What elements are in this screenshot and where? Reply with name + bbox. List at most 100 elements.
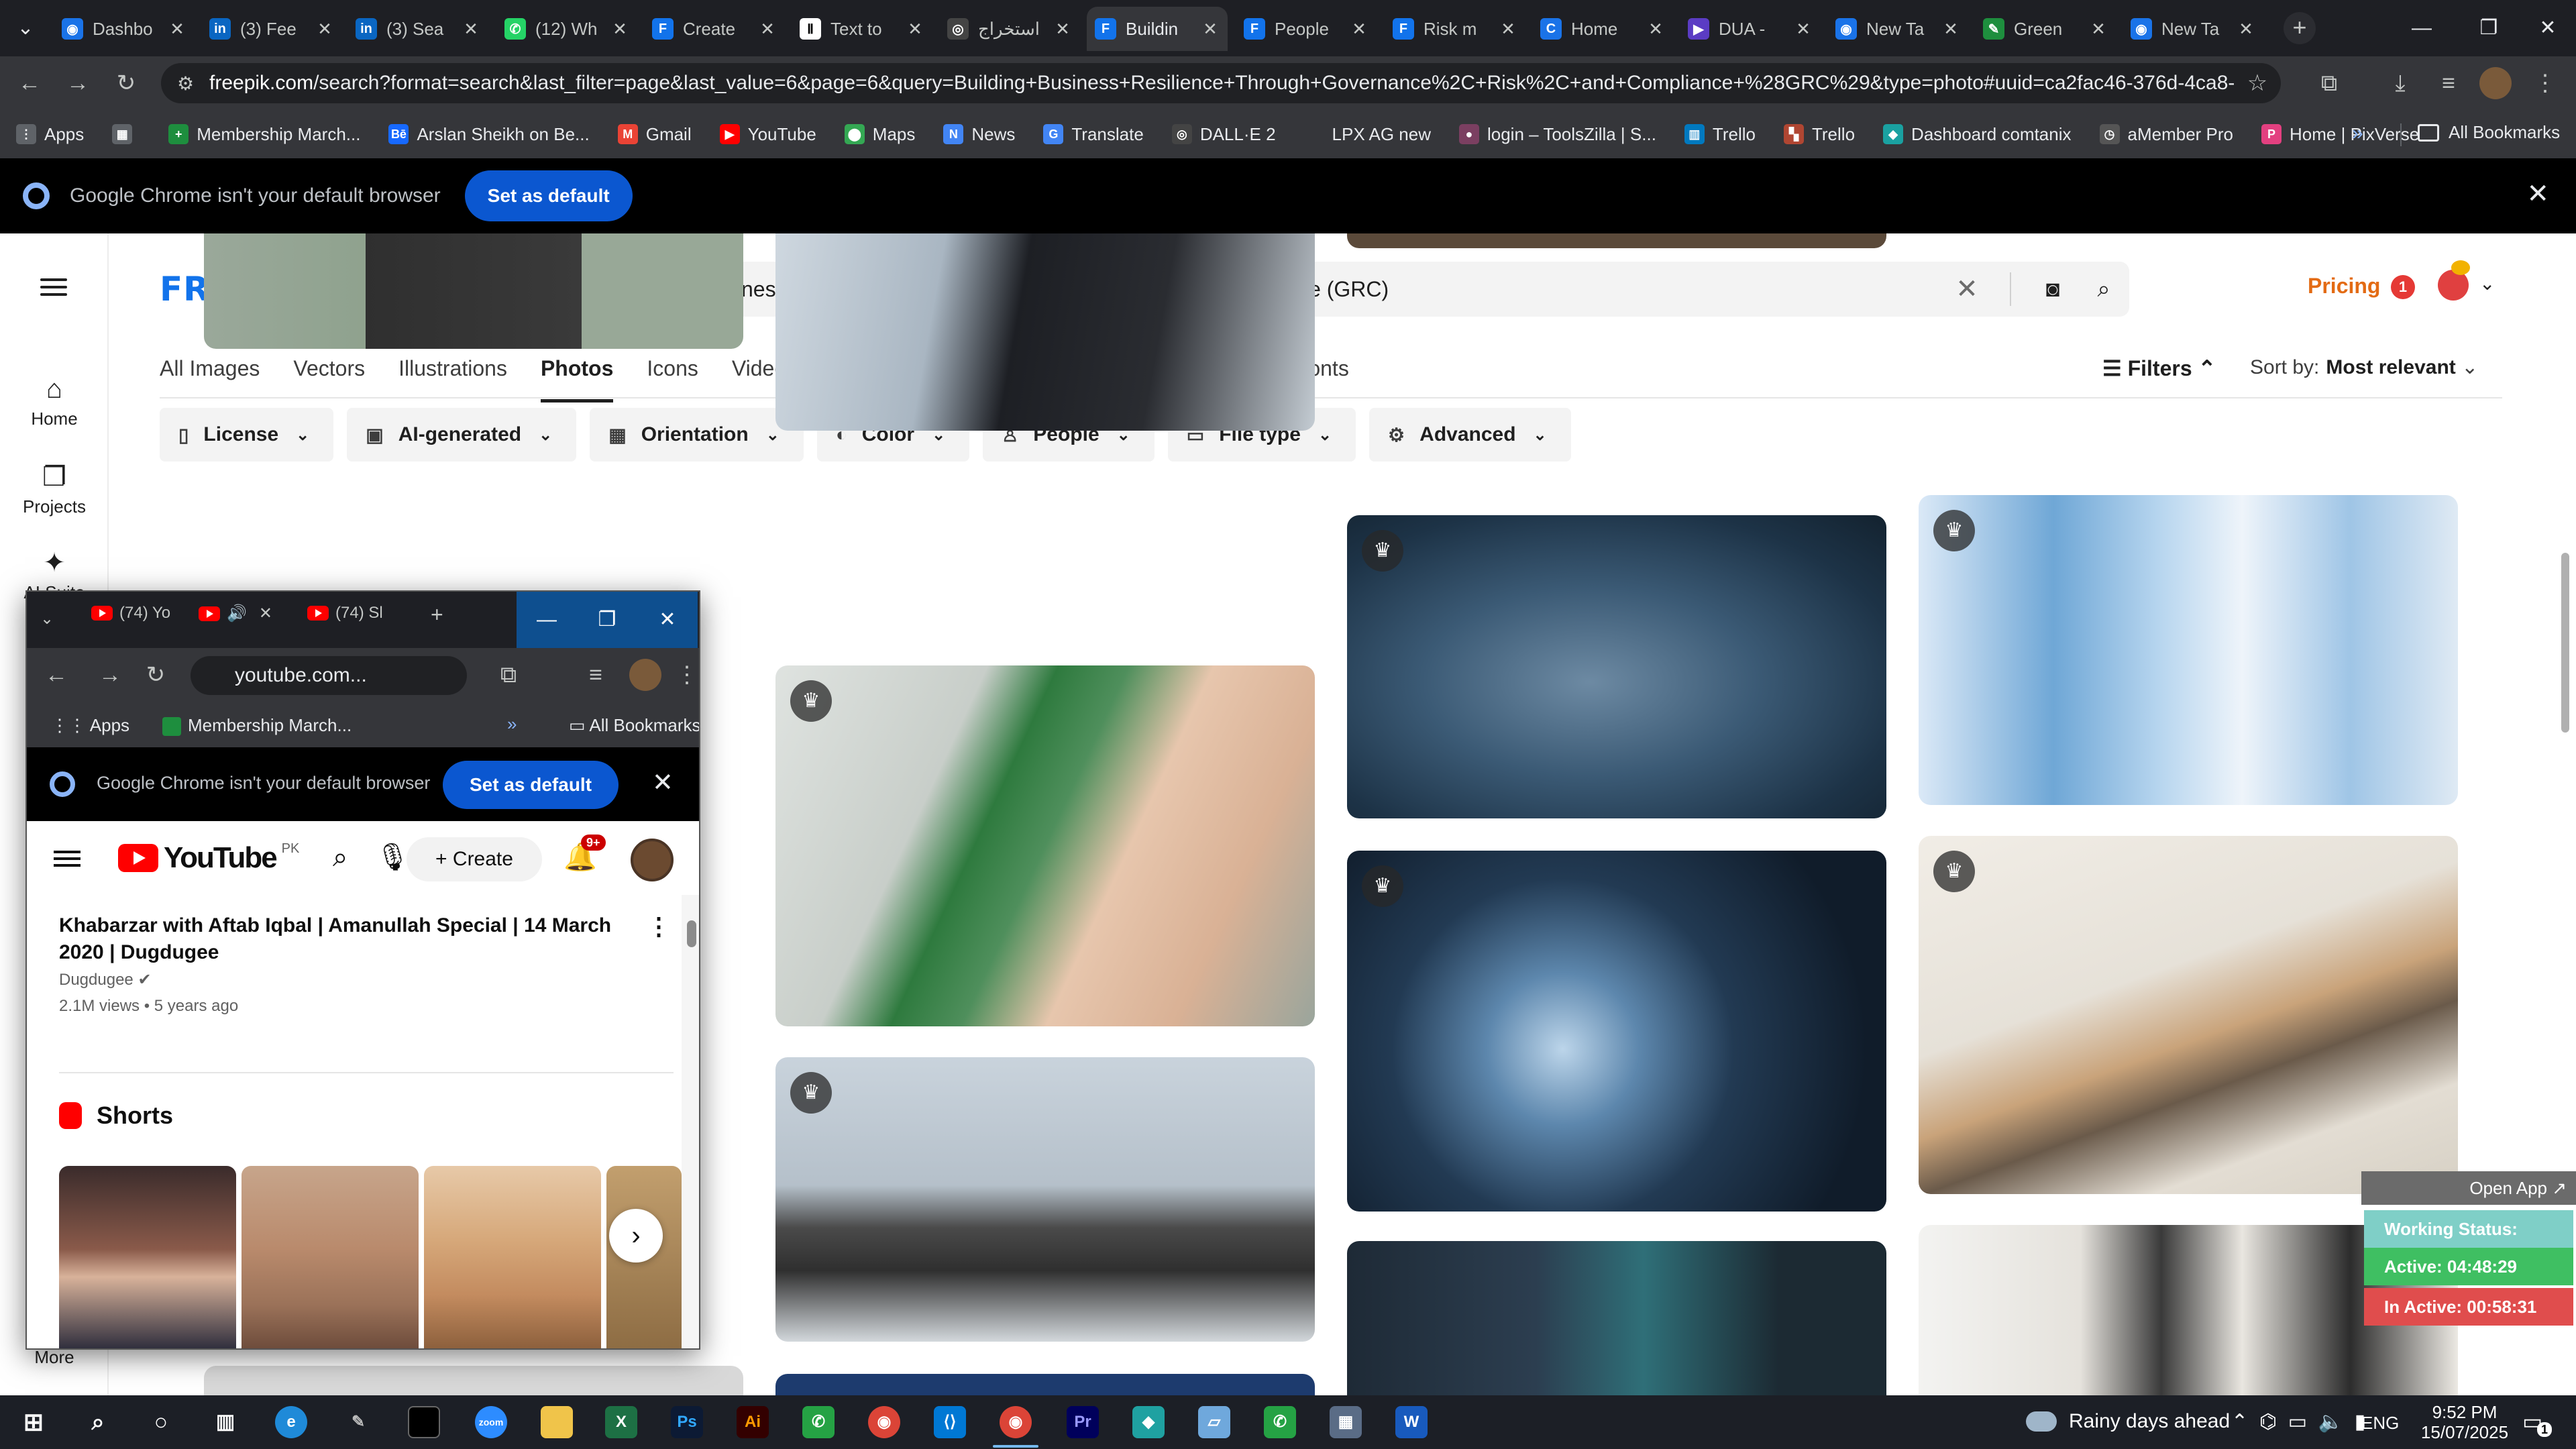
photo-figurines-chart[interactable]: ♛ — [1919, 836, 2458, 1194]
terminal-icon[interactable] — [408, 1406, 440, 1438]
bookmark-item[interactable]: ◎ DALL·E 2 — [1171, 124, 1276, 145]
network-icon[interactable]: ⌬ — [2259, 1411, 2277, 1433]
chrome-icon[interactable]: ◉ — [868, 1406, 900, 1438]
phone-app-icon[interactable]: ✆ — [1264, 1406, 1296, 1438]
photoshop-icon[interactable]: Ps — [671, 1406, 703, 1438]
notification-badge[interactable]: 1 — [2391, 275, 2415, 299]
tab-close-icon[interactable]: ✕ — [462, 19, 480, 40]
hamburger-menu-icon[interactable] — [40, 274, 67, 301]
app-folder-icon[interactable]: ▱ — [1198, 1406, 1230, 1438]
photo-businessman-tablet-ruins[interactable]: ♛ — [775, 1057, 1315, 1342]
video-more-icon[interactable]: ⋮ — [647, 912, 671, 941]
minimize-button[interactable]: — — [2388, 0, 2455, 56]
new-tab-button[interactable]: + — [431, 602, 443, 627]
hamburger-menu-icon[interactable] — [54, 847, 80, 871]
tab-close-icon[interactable]: ✕ — [2089, 19, 2108, 40]
close-window-button[interactable]: ✕ — [2514, 0, 2576, 56]
yt-tab[interactable]: (74) Yo — [91, 604, 170, 623]
browser-tab[interactable]: C Home ✕ — [1532, 7, 1673, 51]
scrollbar-thumb[interactable] — [687, 920, 696, 947]
tab-close-icon[interactable]: ✕ — [1201, 19, 1220, 40]
system-tray[interactable]: ⌃ ⌬ ▭ 🔈 ▮ — [2231, 1410, 2365, 1434]
bookmark-item[interactable]: ◆ Dashboard comtanix — [1883, 124, 2072, 145]
tab-close-icon[interactable]: ✕ — [315, 19, 334, 40]
tab-search-button[interactable]: ⌄ — [8, 12, 43, 44]
notification-center-icon[interactable]: ▭ 1 — [2522, 1409, 2552, 1437]
word-icon[interactable]: W — [1395, 1406, 1428, 1438]
photo-businessman-suit[interactable] — [775, 233, 1315, 431]
clock[interactable]: 9:52 PM 15/07/2025 — [2418, 1402, 2512, 1442]
excel-icon[interactable]: X — [605, 1406, 637, 1438]
bookmark-item[interactable]: P Home | PixVerse — [2261, 124, 2419, 145]
tab-close-icon[interactable]: ✕ — [168, 19, 186, 40]
close-icon[interactable]: ✕ — [259, 604, 272, 623]
calculator-icon[interactable]: ▦ — [1330, 1406, 1362, 1438]
youtube-logo[interactable]: YouTube PK — [118, 841, 299, 875]
chevron-down-icon[interactable]: ⌄ — [2479, 272, 2495, 294]
browser-tab[interactable]: F Risk m ✕ — [1385, 7, 1525, 51]
sort-dropdown[interactable]: Sort by: Most relevant ⌄ — [2250, 356, 2478, 379]
extension-icon[interactable]: ⧉ — [2313, 67, 2345, 99]
filter-chip[interactable]: ▣ AI-generated ⌄ — [347, 408, 577, 462]
open-app-button[interactable]: Open App ↗ — [2361, 1171, 2576, 1205]
browser-tab[interactable]: ▶ DUA - ✕ — [1680, 7, 1821, 51]
browser-tab[interactable]: ◎ استخراج ✕ — [939, 7, 1080, 51]
forward-button[interactable]: → — [94, 659, 126, 691]
media-control-icon[interactable]: ≡ — [580, 659, 612, 691]
bookmark-item[interactable]: ● login – ToolsZilla | S... — [1458, 124, 1656, 145]
search-icon[interactable]: ⌕ — [333, 843, 347, 873]
infobar-close-icon[interactable]: ✕ — [2526, 178, 2549, 209]
phone-app-icon[interactable]: ✆ — [802, 1406, 835, 1438]
task-view-icon[interactable]: ▥ — [209, 1406, 241, 1438]
profile-avatar[interactable] — [2479, 67, 2512, 99]
windows-start-icon[interactable]: ⊞ — [17, 1406, 50, 1438]
avatar[interactable] — [631, 839, 674, 881]
set-as-default-button[interactable]: Set as default — [443, 761, 619, 809]
tab-close-icon[interactable]: ✕ — [1646, 19, 1665, 40]
photo-top-cut[interactable] — [1347, 233, 1886, 248]
bookmark-membership[interactable]: Membership March... — [162, 715, 352, 737]
profile-avatar[interactable] — [629, 659, 661, 691]
scrollbar-thumb[interactable] — [2561, 553, 2569, 733]
search-icon[interactable]: ⌕ — [82, 1406, 114, 1438]
photo-hands-recycling[interactable]: ♛ — [775, 665, 1315, 1026]
yt-address-bar[interactable]: youtube.com... — [191, 656, 467, 695]
menu-kebab-icon[interactable]: ⋮ — [2529, 67, 2561, 99]
file-explorer-icon[interactable] — [541, 1406, 573, 1438]
set-as-default-button[interactable]: Set as default — [464, 170, 633, 221]
bookmark-apps[interactable]: ⋮⋮ Apps — [51, 715, 129, 736]
reload-button[interactable]: ↻ — [110, 67, 142, 99]
vscode-icon[interactable]: ⟨⟩ — [934, 1406, 966, 1438]
tab-close-icon[interactable]: ✕ — [906, 19, 924, 40]
bookmark-item[interactable]: ⬤ Maps — [844, 124, 915, 145]
bookmarks-overflow-icon[interactable]: » — [2352, 122, 2363, 145]
short-thumbnail[interactable] — [59, 1166, 236, 1348]
illustrator-icon[interactable]: Ai — [737, 1406, 769, 1438]
photo-handshake[interactable] — [204, 233, 743, 349]
photo-bottom-cut[interactable] — [775, 1374, 1315, 1395]
app-diamond-icon[interactable]: ◆ — [1132, 1406, 1165, 1438]
search-icon[interactable]: ⌕ — [2078, 276, 2129, 303]
category-tab[interactable]: All Images — [160, 353, 260, 402]
short-thumbnail[interactable] — [424, 1166, 601, 1348]
site-info-icon[interactable]: ⚙ — [177, 72, 209, 95]
rail-item-projects[interactable]: ❐ Projects — [0, 462, 109, 517]
shorts-next-button[interactable]: › — [609, 1209, 663, 1263]
create-button[interactable]: + Create — [407, 837, 542, 881]
restore-button[interactable]: ❐ — [2455, 0, 2522, 56]
minimize-button[interactable]: — — [517, 592, 577, 648]
media-control-icon[interactable]: ≡ — [2432, 67, 2465, 99]
browser-tab[interactable]: ◉ New Ta ✕ — [1827, 7, 1968, 51]
photo-digital-icons-suit[interactable]: ♛ — [1347, 851, 1886, 1212]
microphone-icon[interactable]: 🎙 — [376, 841, 410, 873]
back-button[interactable]: ← — [40, 659, 72, 691]
all-bookmarks-button[interactable]: All Bookmarks — [2418, 122, 2560, 143]
tab-close-icon[interactable]: ✕ — [1941, 19, 1960, 40]
pen-tool-icon[interactable]: ✎ — [342, 1406, 374, 1438]
yt-scrollbar[interactable] — [682, 895, 699, 1348]
bookmark-item[interactable]: ▥ Trello — [1684, 124, 1756, 145]
restore-button[interactable]: ❐ — [577, 592, 637, 648]
yt-tab-playing[interactable]: 🔊 ✕ — [199, 604, 272, 623]
pricing-link[interactable]: Pricing — [2308, 274, 2380, 299]
tab-close-icon[interactable]: ✕ — [1794, 19, 1813, 40]
